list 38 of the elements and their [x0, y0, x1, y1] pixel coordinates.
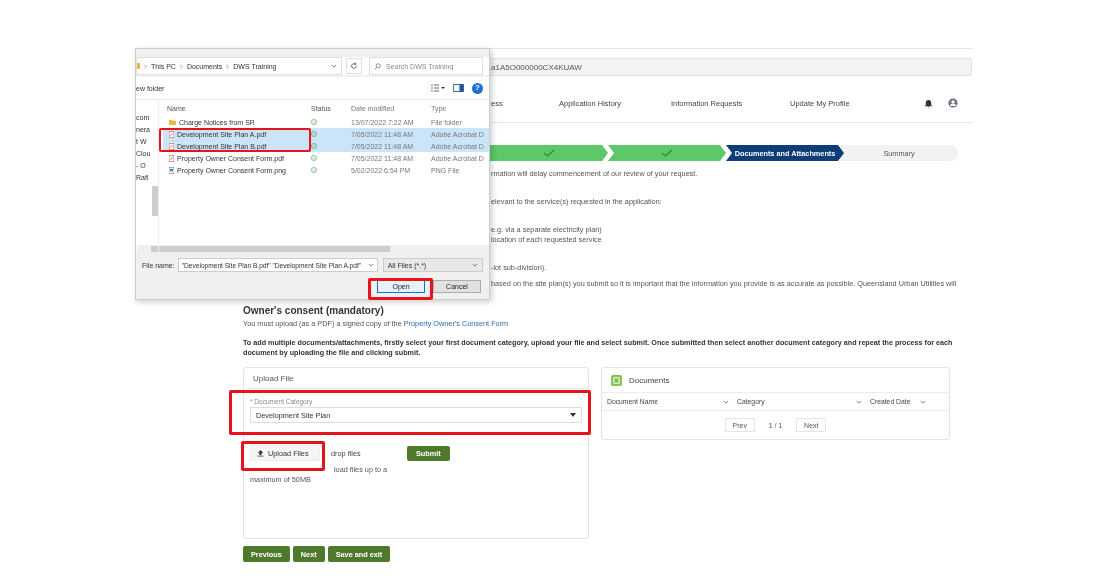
avatar-icon [948, 98, 958, 108]
search-icon [374, 62, 381, 70]
preview-pane-icon [453, 84, 464, 92]
chevron-down-icon [920, 399, 926, 404]
refresh-icon [350, 62, 358, 70]
chevron-down-icon [367, 263, 374, 267]
help-button[interactable]: ? [472, 82, 483, 94]
highlight-frame [368, 278, 433, 300]
url-text: a1A5O000000CX4KUAW [491, 62, 582, 72]
sync-status-icon [311, 119, 317, 125]
image-file-icon [169, 166, 174, 174]
chevron-down-icon [856, 399, 862, 404]
pdf-file-icon [169, 142, 174, 150]
bell-icon [924, 98, 933, 108]
scrollbar[interactable] [152, 186, 158, 216]
panel-title: Documents [629, 375, 670, 385]
chevron-down-icon [723, 399, 729, 404]
check-icon [543, 149, 555, 157]
chevron-right-icon [226, 63, 230, 69]
section-heading: Owner's consent (mandatory) [243, 305, 385, 317]
sync-status-icon [311, 167, 317, 173]
chevron-down-icon [472, 263, 478, 267]
sync-status-icon [311, 155, 317, 161]
caret-icon [570, 413, 576, 417]
chevron-right-icon [144, 63, 147, 69]
sync-status-icon [311, 143, 317, 149]
view-options-icon [431, 84, 445, 92]
pdf-file-icon [169, 154, 174, 162]
sync-status-icon [311, 131, 317, 137]
scrollbar[interactable] [137, 245, 489, 253]
chevron-right-icon [179, 63, 183, 69]
refresh-button[interactable] [346, 58, 362, 74]
documents-icon [611, 374, 622, 386]
panel-title: Upload File [244, 368, 588, 389]
upload-icon [257, 449, 264, 457]
pdf-file-icon [169, 130, 174, 138]
chevron-down-icon [331, 64, 337, 68]
check-icon [661, 149, 673, 157]
